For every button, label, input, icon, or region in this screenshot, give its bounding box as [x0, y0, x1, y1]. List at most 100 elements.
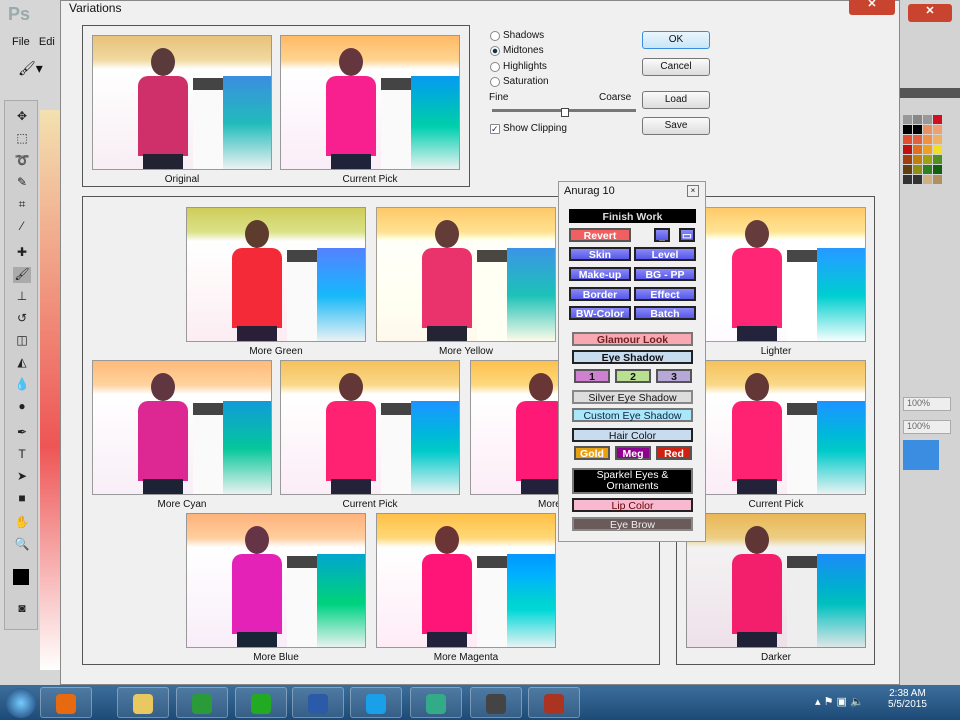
show-clipping-checkbox[interactable]: ✓ Show Clipping [490, 123, 567, 134]
lip-color-button[interactable]: Lip Color [572, 498, 693, 512]
eye-shadow-3-button[interactable]: 3 [656, 369, 692, 383]
thumbnail-more-yellow[interactable] [376, 207, 556, 342]
hair-gold-button[interactable]: Gold [574, 446, 610, 460]
revert-button[interactable]: Revert [569, 228, 631, 242]
path-select-icon[interactable]: ➤ [13, 469, 31, 485]
ok-button[interactable]: OK [642, 31, 710, 49]
label-more-cyan: More Cyan [157, 499, 207, 510]
menu-file[interactable]: File [12, 36, 30, 48]
slider-thumb[interactable] [561, 108, 569, 117]
clock[interactable]: 2:38 AM 5/5/2015 [888, 688, 927, 710]
custom-eye-shadow-button[interactable]: Custom Eye Shadow [572, 408, 693, 422]
load-button[interactable]: Load [642, 91, 710, 109]
lasso-tool-icon[interactable]: ➰ [13, 153, 31, 169]
chrome-taskbar-button[interactable] [176, 687, 228, 718]
radio-midtones[interactable]: Midtones [490, 45, 544, 56]
quick-mask-icon[interactable]: ◙ [13, 601, 31, 617]
brush-preset-icon[interactable]: 🖌▾ [18, 60, 43, 77]
bucket-icon[interactable]: ◭ [13, 355, 31, 371]
border-button[interactable]: Border [569, 287, 631, 301]
hand-tool-icon[interactable]: ✋ [13, 515, 31, 531]
save-button[interactable]: Save [642, 117, 710, 135]
start-button-icon[interactable] [6, 688, 36, 718]
zoom-tool-icon[interactable]: 🔍 [13, 537, 31, 553]
quick-select-icon[interactable]: ✎ [13, 175, 31, 191]
skype-icon [366, 694, 386, 714]
hair-red-button[interactable]: Red [656, 446, 692, 460]
effect-button[interactable]: Effect [634, 287, 696, 301]
app-close-button[interactable]: ✕ [908, 4, 952, 22]
thumbnail-more-magenta[interactable] [376, 513, 556, 648]
chrome-icon [192, 694, 212, 714]
thumbnail-more-cyan[interactable] [92, 360, 272, 495]
winrar-taskbar-button[interactable] [528, 687, 580, 718]
selected-layer[interactable] [903, 440, 939, 470]
eye-brow-button[interactable]: Eye Brow [572, 517, 693, 531]
thumbnail-current-pick[interactable] [686, 360, 866, 495]
move-tool-icon[interactable]: ✥ [13, 109, 31, 125]
type-tool-icon[interactable]: T [13, 447, 31, 463]
eyedropper-icon[interactable]: ⁄ [13, 219, 31, 235]
sparkel-eyes-button[interactable]: Sparkel Eyes & Ornaments [572, 468, 693, 494]
eye-shadow-button[interactable]: Eye Shadow [572, 350, 693, 364]
glamour-look-button[interactable]: Glamour Look [572, 332, 693, 346]
thumbnail-lighter[interactable] [686, 207, 866, 342]
swatches-panel[interactable] [903, 115, 942, 184]
restore-icon[interactable]: ▭ [679, 228, 695, 242]
crop-tool-icon[interactable]: ⌗ [13, 197, 31, 213]
download-manager-taskbar-button[interactable] [410, 687, 462, 718]
thumbnail-darker[interactable] [686, 513, 866, 648]
shape-tool-icon[interactable]: ■ [13, 491, 31, 507]
skype-taskbar-button[interactable] [350, 687, 402, 718]
thumbnail-more-green[interactable] [186, 207, 366, 342]
panel-close-icon[interactable]: × [687, 185, 699, 197]
makeup-button[interactable]: Make-up [569, 267, 631, 281]
anurag-title: Anurag 10 [564, 185, 615, 197]
menu-edit[interactable]: Edi [39, 36, 55, 48]
history-brush-icon[interactable]: ↺ [13, 311, 31, 327]
current-pick-label: Current Pick [342, 174, 398, 185]
camera-app-taskbar-button[interactable] [470, 687, 522, 718]
fill-field[interactable]: 100% [903, 420, 951, 434]
eye-shadow-2-button[interactable]: 2 [615, 369, 651, 383]
silver-eye-shadow-button[interactable]: Silver Eye Shadow [572, 390, 693, 404]
photoshop-right-panels: ✕ 100% 100% [900, 0, 960, 685]
marquee-tool-icon[interactable]: ⬚ [13, 131, 31, 147]
foreground-color-swatch[interactable] [13, 569, 29, 585]
level-button[interactable]: Level [634, 247, 696, 261]
finish-work-header: Finish Work [569, 209, 696, 223]
cancel-button[interactable]: Cancel [642, 58, 710, 76]
dialog-close-button[interactable]: ✕ [849, 0, 895, 15]
blur-icon[interactable]: 💧 [13, 377, 31, 393]
batch-button[interactable]: Batch [634, 306, 696, 320]
eye-shadow-1-button[interactable]: 1 [574, 369, 610, 383]
skin-button[interactable]: Skin [569, 247, 631, 261]
media-player-taskbar-button[interactable] [235, 687, 287, 718]
brush-tool-icon[interactable]: 🖌 [13, 267, 31, 283]
radio-highlights[interactable]: Highlights [490, 61, 547, 72]
thumbnail-current-pick[interactable] [280, 360, 460, 495]
dialog-title: Variations [69, 1, 122, 15]
tray-icons[interactable]: ▴ ⚑ ▣ 🔈 [815, 695, 864, 708]
thumbnail-more-blue[interactable] [186, 513, 366, 648]
bw-color-button[interactable]: BW-Color [569, 306, 631, 320]
stamp-tool-icon[interactable]: ⊥ [13, 289, 31, 305]
eraser-icon[interactable]: ◫ [13, 333, 31, 349]
dodge-icon[interactable]: ● [13, 399, 31, 415]
hair-color-button[interactable]: Hair Color [572, 428, 693, 442]
minimize-icon[interactable]: _ [654, 228, 670, 242]
explorer-taskbar-button[interactable] [117, 687, 169, 718]
original-label: Original [164, 174, 200, 185]
bg-pp-button[interactable]: BG - PP [634, 267, 696, 281]
radio-shadows[interactable]: Shadows [490, 30, 544, 41]
pen-icon[interactable]: ✒ [13, 425, 31, 441]
hair-meg-button[interactable]: Meg [615, 446, 651, 460]
opacity-field[interactable]: 100% [903, 397, 951, 411]
menu-bar: File Edi [12, 36, 55, 48]
healing-tool-icon[interactable]: ✚ [13, 245, 31, 261]
radio-saturation[interactable]: Saturation [490, 76, 549, 87]
photoshop-taskbar-button[interactable] [292, 687, 344, 718]
firefox-taskbar-button[interactable] [40, 687, 92, 718]
download-manager-icon [426, 694, 446, 714]
winrar-icon [544, 694, 564, 714]
